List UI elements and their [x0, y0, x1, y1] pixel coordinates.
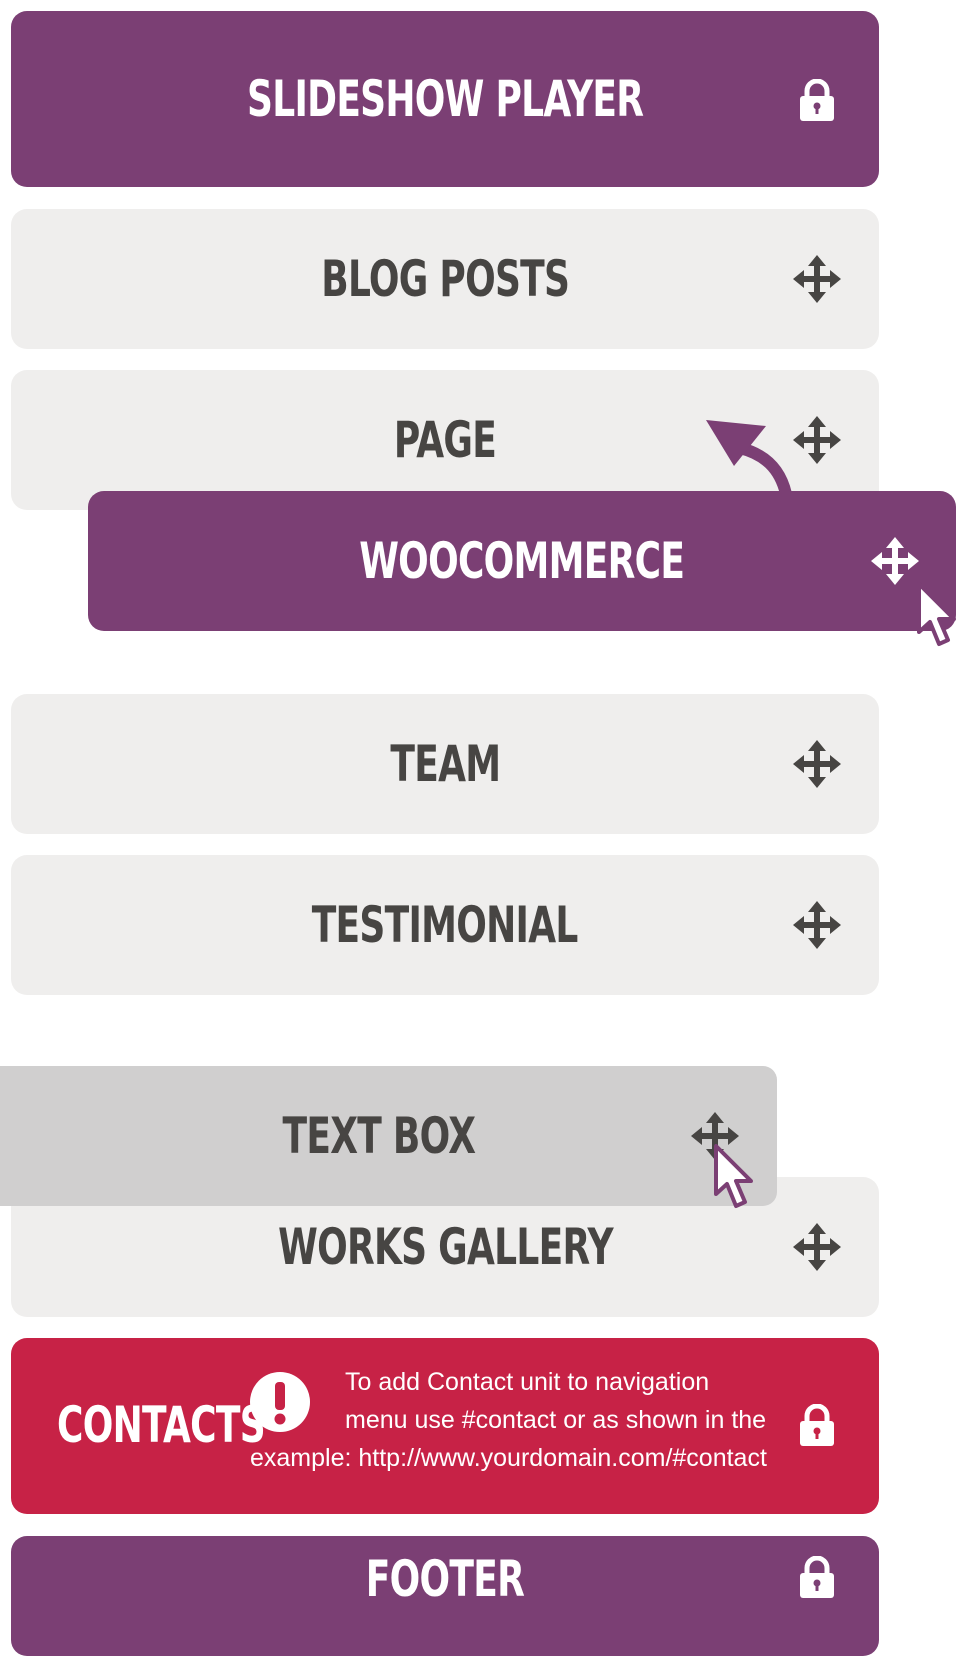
section-label: BLOG POSTS	[321, 250, 570, 308]
contacts-note-line3: example: http://www.yourdomain.com/#cont…	[250, 1444, 767, 1472]
lock-icon	[798, 1404, 836, 1446]
section-slideshow-player[interactable]: SLIDESHOW PLAYER	[11, 11, 879, 187]
section-blog-posts[interactable]: BLOG POSTS	[11, 209, 879, 349]
section-label: WOOCOMMERCE	[359, 532, 685, 590]
section-footer[interactable]: FOOTER	[11, 1536, 879, 1656]
curved-arrow-icon	[700, 410, 800, 495]
move-icon[interactable]	[793, 740, 841, 788]
section-label: PAGE	[393, 411, 497, 469]
section-label: SLIDESHOW PLAYER	[246, 70, 644, 128]
lock-icon	[798, 79, 836, 121]
contacts-note-line1: To add Contact unit to navigation	[345, 1368, 710, 1396]
cursor-icon	[917, 582, 963, 654]
section-label: TEXT BOX	[282, 1107, 475, 1165]
section-label: TEAM	[390, 735, 501, 793]
section-testimonial[interactable]: TESTIMONIAL	[11, 855, 879, 995]
section-label: WORKS GALLERY	[277, 1218, 613, 1276]
lock-icon	[798, 1556, 836, 1598]
contacts-note-line2: menu use #contact or as shown in the	[345, 1406, 767, 1434]
section-text-box[interactable]: TEXT BOX	[0, 1066, 777, 1206]
section-label: CONTACTS	[57, 1396, 266, 1454]
move-icon[interactable]	[871, 537, 919, 585]
move-icon[interactable]	[793, 255, 841, 303]
section-team[interactable]: TEAM	[11, 694, 879, 834]
move-icon[interactable]	[793, 416, 841, 464]
section-label: TESTIMONIAL	[312, 896, 579, 954]
section-contacts[interactable]: CONTACTS To add Contact unit to navigati…	[11, 1338, 879, 1514]
move-icon[interactable]	[793, 1223, 841, 1271]
section-label: FOOTER	[365, 1550, 525, 1608]
cursor-icon	[714, 1144, 760, 1216]
section-woocommerce[interactable]: WOOCOMMERCE	[88, 491, 956, 631]
move-icon[interactable]	[793, 901, 841, 949]
alert-icon	[249, 1371, 311, 1433]
